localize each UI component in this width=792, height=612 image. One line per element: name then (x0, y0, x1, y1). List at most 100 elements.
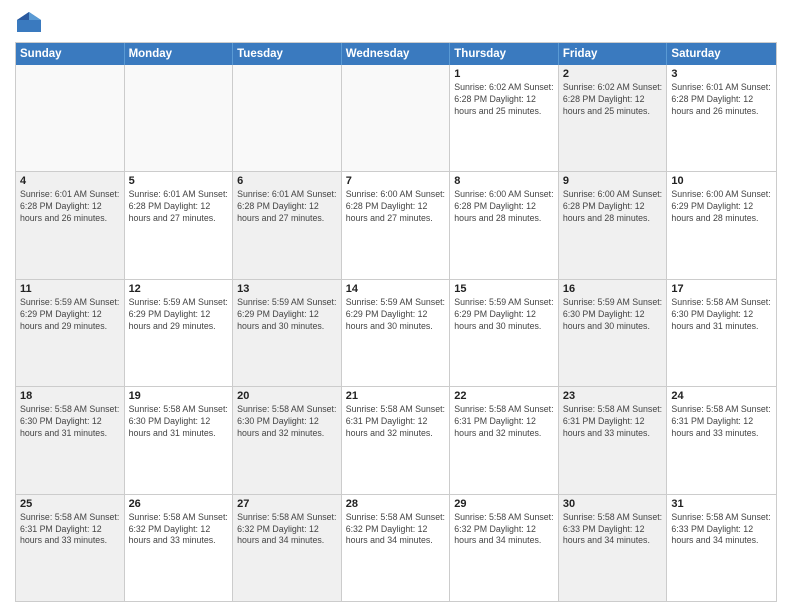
calendar-body: 1 Sunrise: 6:02 AM Sunset: 6:28 PM Daylig… (16, 65, 776, 601)
day-info: Sunrise: 5:59 AM Sunset: 6:29 PM Dayligh… (129, 297, 229, 333)
day-info: Sunrise: 6:01 AM Sunset: 6:28 PM Dayligh… (129, 189, 229, 225)
calendar-header-thursday: Thursday (450, 43, 559, 65)
calendar-cell (16, 65, 125, 171)
calendar-week-1: 1 Sunrise: 6:02 AM Sunset: 6:28 PM Daylig… (16, 65, 776, 171)
day-info: Sunrise: 6:02 AM Sunset: 6:28 PM Dayligh… (454, 82, 554, 118)
calendar-cell (342, 65, 451, 171)
calendar-cell: 30 Sunrise: 5:58 AM Sunset: 6:33 PM Dayli… (559, 495, 668, 601)
calendar-cell: 7 Sunrise: 6:00 AM Sunset: 6:28 PM Daylig… (342, 172, 451, 278)
calendar-header-sunday: Sunday (16, 43, 125, 65)
day-number: 8 (454, 175, 554, 187)
day-number: 11 (20, 283, 120, 295)
calendar-week-2: 4 Sunrise: 6:01 AM Sunset: 6:28 PM Daylig… (16, 171, 776, 278)
day-info: Sunrise: 5:58 AM Sunset: 6:31 PM Dayligh… (346, 404, 446, 440)
logo-icon (15, 10, 43, 34)
day-info: Sunrise: 5:58 AM Sunset: 6:33 PM Dayligh… (563, 512, 663, 548)
day-number: 18 (20, 390, 120, 402)
calendar-cell: 18 Sunrise: 5:58 AM Sunset: 6:30 PM Dayli… (16, 387, 125, 493)
calendar-cell: 4 Sunrise: 6:01 AM Sunset: 6:28 PM Daylig… (16, 172, 125, 278)
calendar-header-friday: Friday (559, 43, 668, 65)
calendar-cell: 14 Sunrise: 5:59 AM Sunset: 6:29 PM Dayli… (342, 280, 451, 386)
day-number: 5 (129, 175, 229, 187)
calendar-cell: 13 Sunrise: 5:59 AM Sunset: 6:29 PM Dayli… (233, 280, 342, 386)
calendar-cell: 21 Sunrise: 5:58 AM Sunset: 6:31 PM Dayli… (342, 387, 451, 493)
day-number: 31 (671, 498, 772, 510)
day-number: 16 (563, 283, 663, 295)
day-info: Sunrise: 5:58 AM Sunset: 6:31 PM Dayligh… (671, 404, 772, 440)
calendar-cell: 11 Sunrise: 5:59 AM Sunset: 6:29 PM Dayli… (16, 280, 125, 386)
day-info: Sunrise: 6:00 AM Sunset: 6:28 PM Dayligh… (346, 189, 446, 225)
day-info: Sunrise: 5:59 AM Sunset: 6:29 PM Dayligh… (237, 297, 337, 333)
calendar-cell: 22 Sunrise: 5:58 AM Sunset: 6:31 PM Dayli… (450, 387, 559, 493)
day-info: Sunrise: 6:01 AM Sunset: 6:28 PM Dayligh… (20, 189, 120, 225)
calendar-cell: 1 Sunrise: 6:02 AM Sunset: 6:28 PM Daylig… (450, 65, 559, 171)
day-info: Sunrise: 6:01 AM Sunset: 6:28 PM Dayligh… (671, 82, 772, 118)
day-number: 10 (671, 175, 772, 187)
calendar-cell: 9Sunrise: 6:00 AM Sunset: 6:28 PM Daylig… (559, 172, 668, 278)
calendar-cell: 29 Sunrise: 5:58 AM Sunset: 6:32 PM Dayli… (450, 495, 559, 601)
day-number: 25 (20, 498, 120, 510)
day-number: 28 (346, 498, 446, 510)
day-number: 22 (454, 390, 554, 402)
day-number: 27 (237, 498, 337, 510)
day-number: 23 (563, 390, 663, 402)
calendar-cell: 5 Sunrise: 6:01 AM Sunset: 6:28 PM Daylig… (125, 172, 234, 278)
day-number: 6 (237, 175, 337, 187)
day-info: Sunrise: 5:59 AM Sunset: 6:30 PM Dayligh… (563, 297, 663, 333)
calendar-cell: 25 Sunrise: 5:58 AM Sunset: 6:31 PM Dayli… (16, 495, 125, 601)
day-info: Sunrise: 6:02 AM Sunset: 6:28 PM Dayligh… (563, 82, 663, 118)
day-info: Sunrise: 5:58 AM Sunset: 6:31 PM Dayligh… (20, 512, 120, 548)
day-number: 15 (454, 283, 554, 295)
day-info: Sunrise: 5:58 AM Sunset: 6:30 PM Dayligh… (237, 404, 337, 440)
calendar-cell: 17 Sunrise: 5:58 AM Sunset: 6:30 PM Dayli… (667, 280, 776, 386)
day-number: 20 (237, 390, 337, 402)
day-info: Sunrise: 5:59 AM Sunset: 6:29 PM Dayligh… (454, 297, 554, 333)
day-info: Sunrise: 6:00 AM Sunset: 6:28 PM Dayligh… (454, 189, 554, 225)
day-info: Sunrise: 5:58 AM Sunset: 6:32 PM Dayligh… (129, 512, 229, 548)
day-number: 2 (563, 68, 663, 80)
day-number: 29 (454, 498, 554, 510)
calendar-cell (125, 65, 234, 171)
calendar-cell: 19Sunrise: 5:58 AM Sunset: 6:30 PM Dayli… (125, 387, 234, 493)
day-info: Sunrise: 5:58 AM Sunset: 6:31 PM Dayligh… (563, 404, 663, 440)
day-number: 3 (671, 68, 772, 80)
page: SundayMondayTuesdayWednesdayThursdayFrid… (0, 0, 792, 612)
day-number: 4 (20, 175, 120, 187)
day-info: Sunrise: 5:58 AM Sunset: 6:30 PM Dayligh… (671, 297, 772, 333)
calendar-cell: 12 Sunrise: 5:59 AM Sunset: 6:29 PM Dayli… (125, 280, 234, 386)
day-info: Sunrise: 6:00 AM Sunset: 6:29 PM Dayligh… (671, 189, 772, 225)
day-number: 30 (563, 498, 663, 510)
calendar-week-4: 18 Sunrise: 5:58 AM Sunset: 6:30 PM Dayli… (16, 386, 776, 493)
logo (15, 10, 47, 34)
day-info: Sunrise: 5:58 AM Sunset: 6:31 PM Dayligh… (454, 404, 554, 440)
day-number: 7 (346, 175, 446, 187)
day-info: Sunrise: 5:58 AM Sunset: 6:32 PM Dayligh… (454, 512, 554, 548)
calendar-header-monday: Monday (125, 43, 234, 65)
calendar-header-tuesday: Tuesday (233, 43, 342, 65)
header (15, 10, 777, 34)
day-number: 1 (454, 68, 554, 80)
day-number: 26 (129, 498, 229, 510)
calendar-cell: 23 Sunrise: 5:58 AM Sunset: 6:31 PM Dayli… (559, 387, 668, 493)
day-number: 14 (346, 283, 446, 295)
calendar-header-saturday: Saturday (667, 43, 776, 65)
calendar-cell: 31Sunrise: 5:58 AM Sunset: 6:33 PM Dayli… (667, 495, 776, 601)
calendar-cell: 15 Sunrise: 5:59 AM Sunset: 6:29 PM Dayli… (450, 280, 559, 386)
day-info: Sunrise: 5:58 AM Sunset: 6:32 PM Dayligh… (237, 512, 337, 548)
day-info: Sunrise: 5:58 AM Sunset: 6:30 PM Dayligh… (20, 404, 120, 440)
calendar-cell: 20 Sunrise: 5:58 AM Sunset: 6:30 PM Dayli… (233, 387, 342, 493)
day-number: 12 (129, 283, 229, 295)
calendar-header: SundayMondayTuesdayWednesdayThursdayFrid… (16, 43, 776, 65)
day-number: 17 (671, 283, 772, 295)
calendar-week-5: 25 Sunrise: 5:58 AM Sunset: 6:31 PM Dayli… (16, 494, 776, 601)
calendar-cell: 2 Sunrise: 6:02 AM Sunset: 6:28 PM Daylig… (559, 65, 668, 171)
day-number: 24 (671, 390, 772, 402)
day-info: Sunrise: 5:59 AM Sunset: 6:29 PM Dayligh… (20, 297, 120, 333)
day-number: 19 (129, 390, 229, 402)
day-info: Sunrise: 5:58 AM Sunset: 6:32 PM Dayligh… (346, 512, 446, 548)
calendar-cell: 6 Sunrise: 6:01 AM Sunset: 6:28 PM Daylig… (233, 172, 342, 278)
day-info: Sunrise: 6:01 AM Sunset: 6:28 PM Dayligh… (237, 189, 337, 225)
day-number: 21 (346, 390, 446, 402)
day-info: Sunrise: 5:59 AM Sunset: 6:29 PM Dayligh… (346, 297, 446, 333)
day-number: 13 (237, 283, 337, 295)
